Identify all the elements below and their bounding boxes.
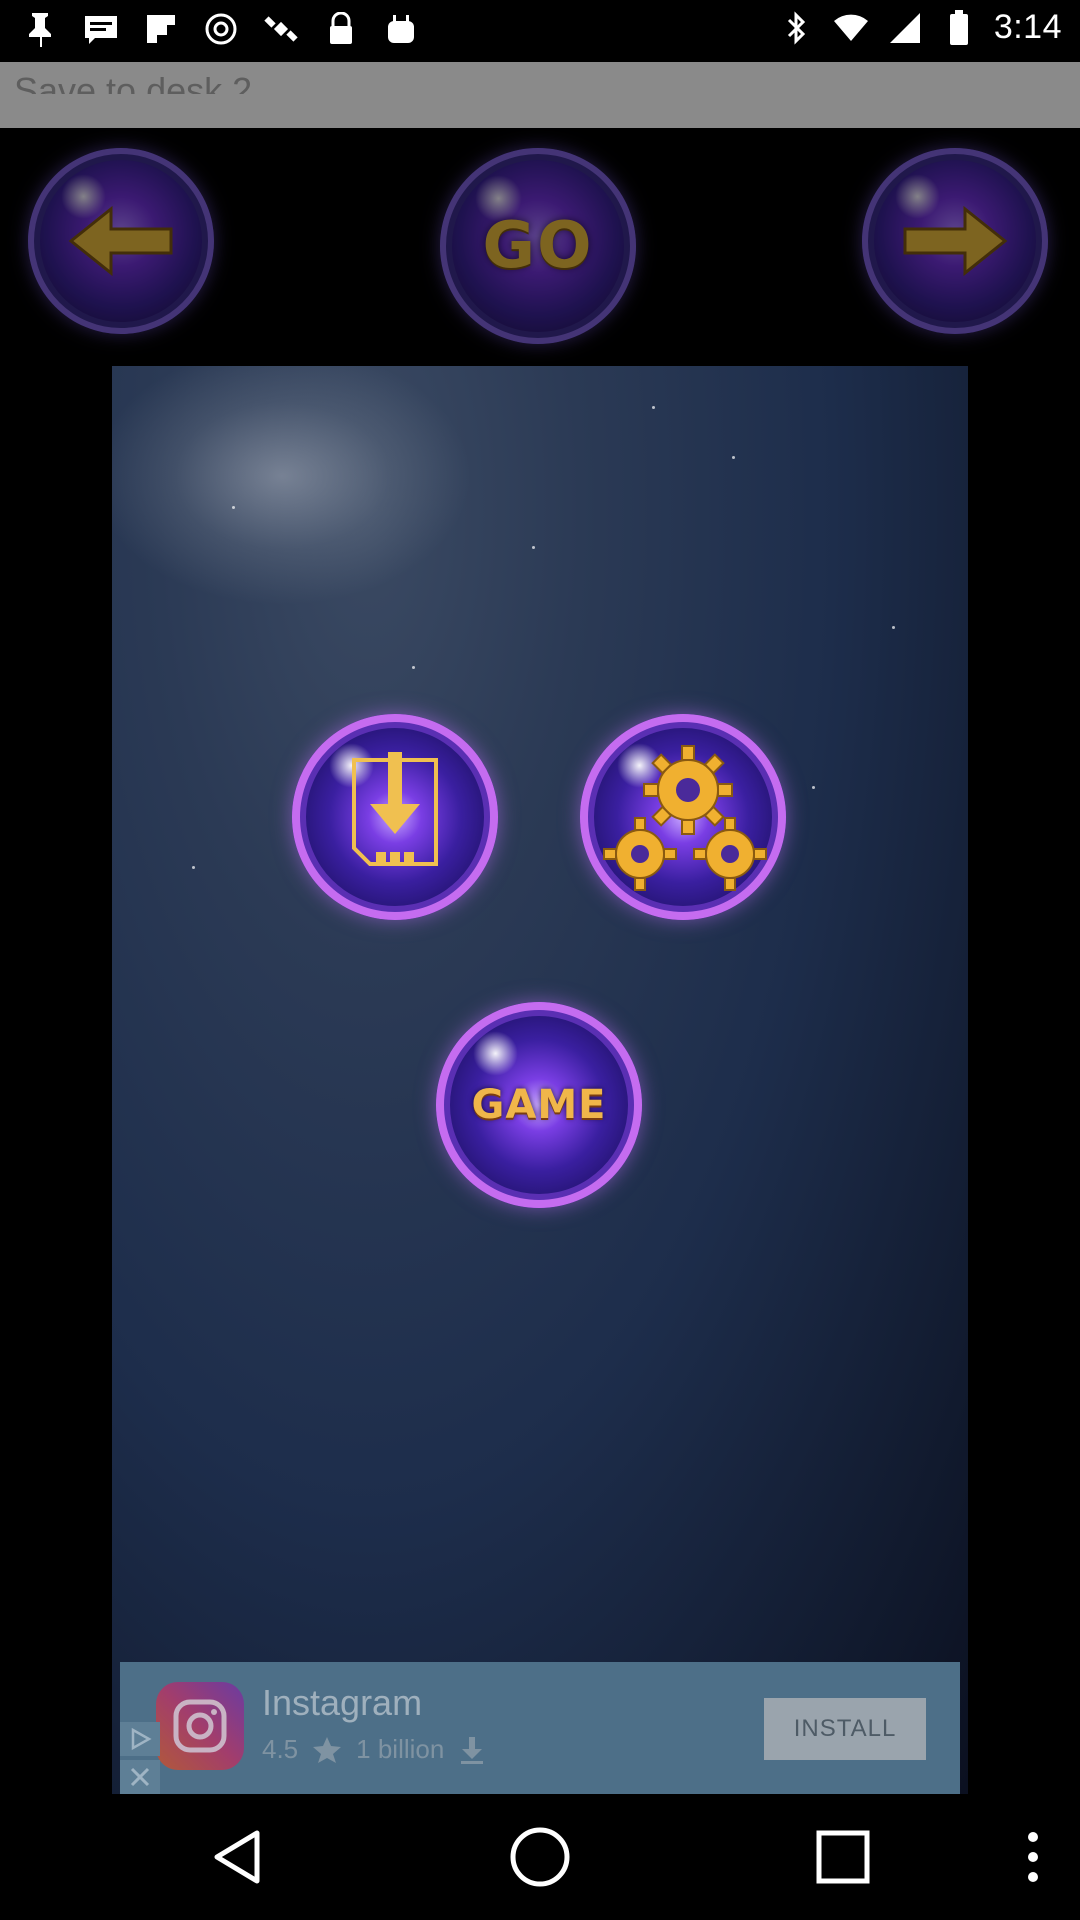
bluetooth-icon <box>778 9 816 47</box>
lock-icon <box>322 10 360 48</box>
save-card-download-icon <box>352 752 438 866</box>
download-icon <box>461 1736 484 1764</box>
ad-rating: 4.5 <box>262 1734 299 1764</box>
install-button[interactable]: INSTALL <box>764 1698 926 1760</box>
navigation-bar <box>0 1794 1080 1920</box>
game-button[interactable]: GAME <box>436 1002 642 1208</box>
prev-button[interactable] <box>28 148 214 334</box>
flipboard-icon <box>142 10 180 48</box>
ad-app-name: Instagram <box>262 1682 423 1723</box>
home-icon[interactable] <box>507 1824 573 1890</box>
ad-choices <box>120 1722 160 1794</box>
next-button[interactable] <box>862 148 1048 334</box>
sparkle <box>473 1030 519 1077</box>
game-label: GAME <box>471 1082 607 1128</box>
fake-gps-icon <box>202 10 240 48</box>
save-button[interactable] <box>292 714 498 920</box>
gears-icon <box>603 745 767 891</box>
ad-banner[interactable]: Instagram 4.5 1 billion INSTALL <box>120 1662 960 1794</box>
battery-icon <box>940 9 978 47</box>
clock: 3:14 <box>993 8 1062 46</box>
star-decoration <box>892 626 895 629</box>
star-decoration <box>732 456 735 459</box>
go-label: GO <box>482 209 594 283</box>
menu-panel: GAME Instagram 4.5 1 billion INSTALL <box>112 366 968 1794</box>
status-icons-right: 3:14 <box>778 8 1062 47</box>
android-icon <box>382 10 420 48</box>
instagram-icon <box>156 1682 244 1770</box>
back-icon[interactable] <box>204 1824 270 1890</box>
recents-icon[interactable] <box>810 1824 876 1890</box>
status-bar: 3:14 <box>0 0 1080 62</box>
star-decoration <box>192 866 195 869</box>
arrow-left-icon <box>68 205 173 277</box>
star-decoration <box>412 666 415 669</box>
star-decoration <box>812 786 815 789</box>
wifi-icon <box>832 9 870 47</box>
adchoices-icon[interactable] <box>120 1722 160 1756</box>
arrow-right-icon <box>903 205 1008 277</box>
message-icon <box>82 10 120 48</box>
close-icon[interactable] <box>120 1760 160 1794</box>
ad-meta: 4.5 1 billion <box>262 1734 486 1765</box>
app-title: Save to desk 2 <box>14 70 253 94</box>
star-decoration <box>532 546 535 549</box>
satellite-icon <box>262 10 300 48</box>
signal-icon <box>886 9 924 47</box>
star-decoration <box>652 406 655 409</box>
go-button[interactable]: GO <box>440 148 636 344</box>
pin-icon <box>22 10 60 48</box>
settings-button[interactable] <box>580 714 786 920</box>
more-icon[interactable] <box>1000 1824 1066 1890</box>
app-header: Save to desk 2 <box>0 62 1080 128</box>
cloud-decoration <box>112 366 472 606</box>
star-icon <box>313 1736 342 1763</box>
star-decoration <box>232 506 235 509</box>
status-icons-left <box>22 10 420 48</box>
ad-downloads: 1 billion <box>356 1734 445 1764</box>
